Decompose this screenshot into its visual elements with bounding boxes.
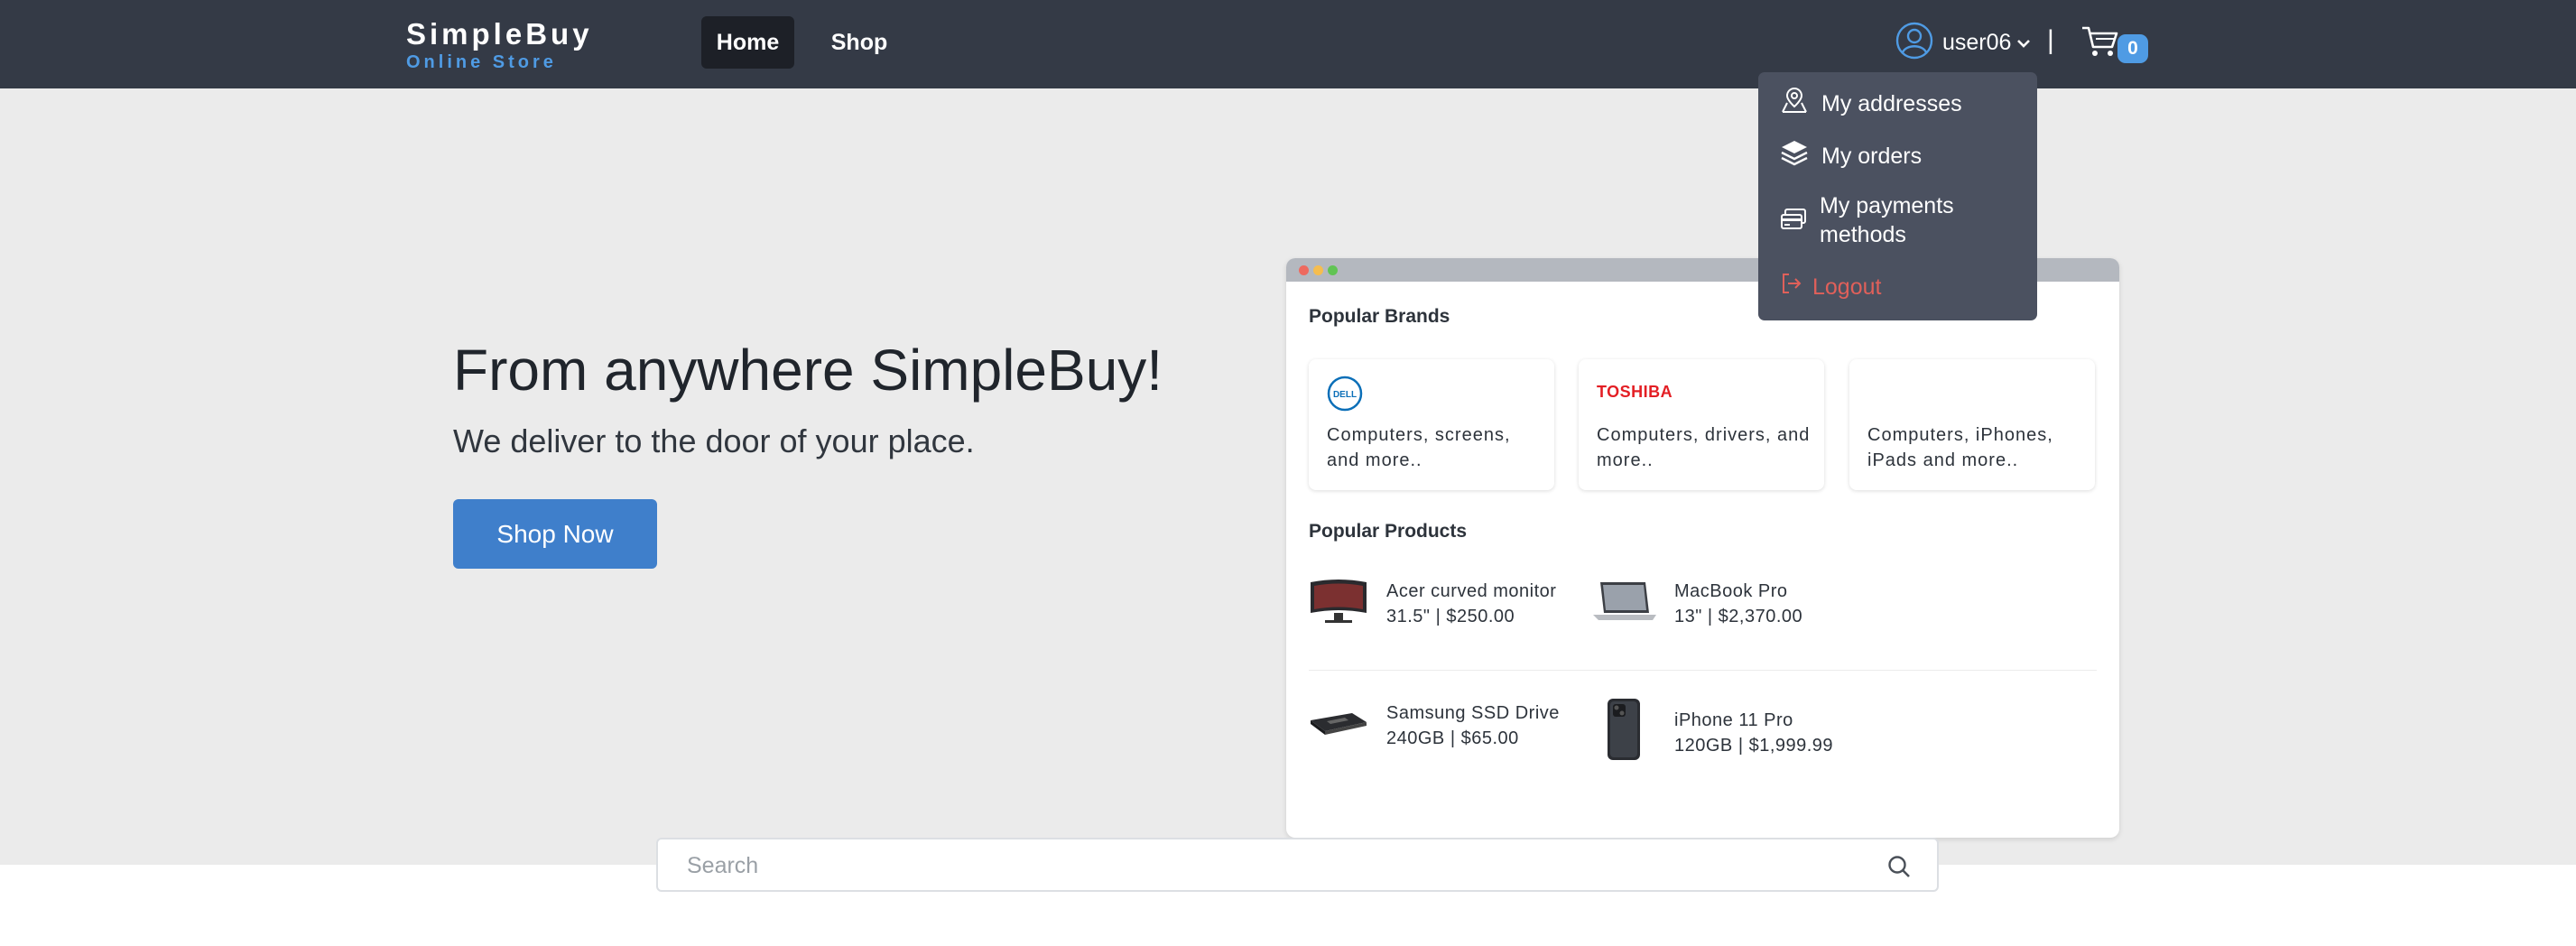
header-separator: |: [2047, 25, 2054, 55]
ssd-image: [1309, 699, 1368, 752]
brand-logo[interactable]: SimpleBuy Online Store: [406, 17, 593, 73]
brand-card-dell[interactable]: DELL Computers, screens, and more..: [1309, 359, 1554, 490]
nav-shop-link[interactable]: Shop: [820, 16, 899, 69]
search-bar: [656, 838, 1939, 892]
chevron-down-icon: [2016, 37, 2031, 53]
brand-tagline: Online Store: [406, 52, 557, 72]
brand-card-apple[interactable]: Computers, iPhones, iPads and more..: [1849, 359, 2095, 490]
user-circle-icon: [1895, 22, 1933, 64]
brand-description: Computers, drivers, and more..: [1597, 425, 1811, 470]
phone-image: [1593, 699, 1656, 766]
user-dropdown-menu: My addresses My orders My payments metho…: [1758, 72, 2037, 320]
cart-count-badge: 0: [2117, 34, 2148, 63]
close-dot-icon: [1299, 265, 1309, 275]
user-name: user06: [1942, 29, 2012, 55]
brand-card-toshiba[interactable]: TOSHIBA Computers, drivers, and more..: [1579, 359, 1824, 490]
product-detail: 120GB | $1,999.99: [1674, 735, 1834, 756]
payment-card-icon: [1780, 206, 1807, 239]
product-item[interactable]: Samsung SSD Drive 240GB | $65.00: [1309, 699, 1560, 752]
product-item[interactable]: iPhone 11 Pro 120GB | $1,999.99: [1593, 699, 1833, 766]
popular-products-title: Popular Products: [1309, 521, 1468, 542]
user-menu-button[interactable]: user06: [1895, 22, 2031, 63]
menu-item-logout[interactable]: Logout: [1780, 272, 1881, 301]
menu-item-label: My orders: [1821, 143, 1923, 169]
toshiba-logo: TOSHIBA: [1597, 383, 1673, 401]
laptop-image: [1593, 577, 1656, 630]
monitor-image: [1309, 577, 1368, 630]
hero-section: From anywhere SimpleBuy! We deliver to t…: [0, 88, 2576, 865]
store-preview-card: Popular Brands DELL Computers, screens, …: [1286, 258, 2119, 838]
menu-item-label: My addresses: [1821, 90, 1962, 116]
nav-home-link[interactable]: Home: [701, 16, 794, 69]
brand-description: Computers, screens, and more..: [1327, 425, 1511, 470]
map-pin-icon: [1780, 86, 1809, 121]
product-item[interactable]: Acer curved monitor 31.5" | $250.00: [1309, 577, 1556, 630]
brand-name: SimpleBuy: [406, 17, 593, 51]
menu-item-my-payments[interactable]: My payments methods: [1780, 191, 2000, 249]
product-detail: 240GB | $65.00: [1386, 728, 1519, 748]
menu-item-label: Logout: [1812, 274, 1882, 300]
dell-logo-icon: DELL: [1327, 376, 1363, 416]
product-name: iPhone 11 Pro: [1674, 710, 1793, 730]
svg-text:DELL: DELL: [1333, 390, 1357, 400]
maximize-dot-icon: [1328, 265, 1338, 275]
product-name: Samsung SSD Drive: [1386, 702, 1560, 723]
product-item[interactable]: MacBook Pro 13" | $2,370.00: [1593, 577, 1802, 630]
menu-item-my-orders[interactable]: My orders: [1780, 138, 1922, 173]
product-detail: 13" | $2,370.00: [1674, 606, 1803, 626]
search-input[interactable]: [685, 849, 1862, 883]
product-name: Acer curved monitor: [1386, 580, 1557, 601]
product-divider: [1309, 670, 2097, 671]
top-navbar: SimpleBuy Online Store Home Shop user06 …: [0, 0, 2576, 88]
shop-now-button[interactable]: Shop Now: [453, 499, 657, 569]
layers-icon: [1780, 138, 1809, 173]
menu-item-label: My payments methods: [1820, 193, 1954, 247]
cart-icon[interactable]: [2081, 25, 2119, 62]
product-name: MacBook Pro: [1674, 580, 1788, 601]
search-icon[interactable]: [1886, 854, 1912, 884]
menu-item-my-addresses[interactable]: My addresses: [1780, 86, 1962, 121]
popular-brands-title: Popular Brands: [1309, 306, 1450, 327]
hero-title: From anywhere SimpleBuy!: [453, 338, 1163, 403]
logout-icon: [1780, 272, 1803, 301]
minimize-dot-icon: [1313, 265, 1323, 275]
product-detail: 31.5" | $250.00: [1386, 606, 1515, 626]
brand-description: Computers, iPhones, iPads and more..: [1867, 425, 2053, 470]
hero-subtitle: We deliver to the door of your place.: [453, 422, 975, 459]
